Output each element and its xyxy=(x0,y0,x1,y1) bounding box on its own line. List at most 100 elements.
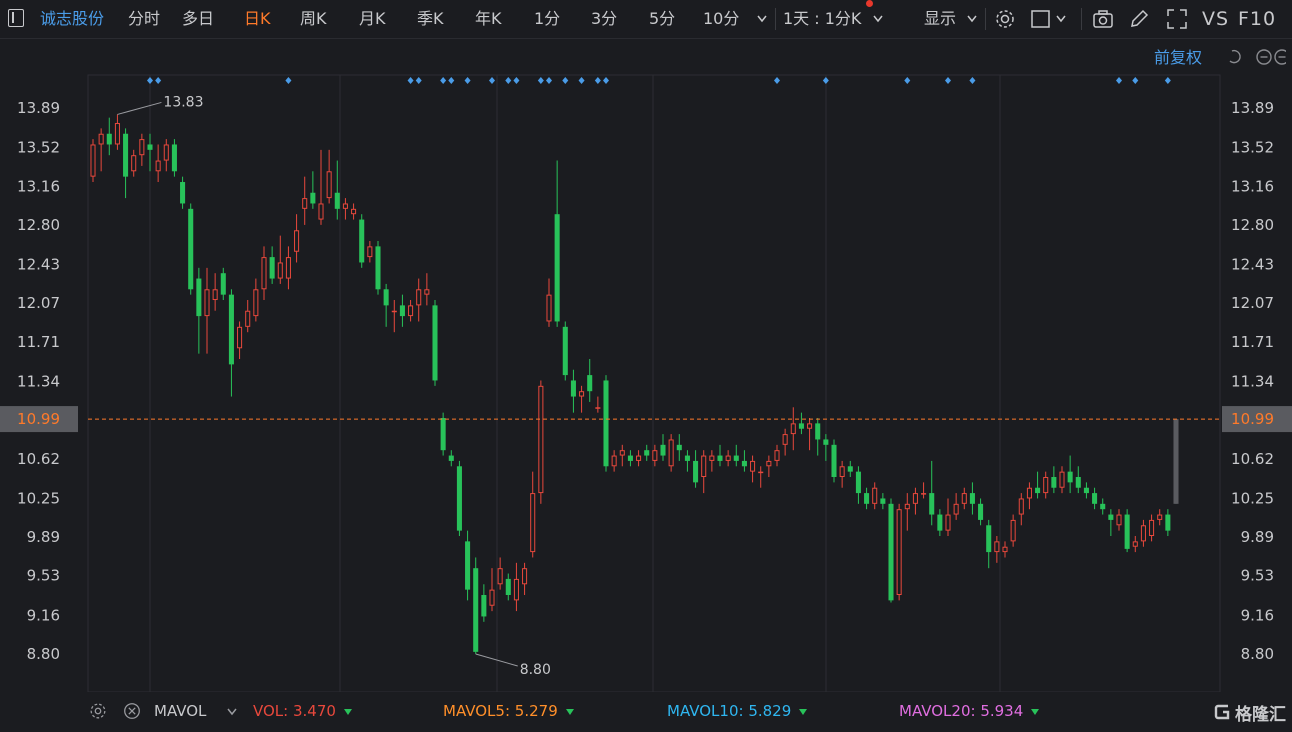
candle-body xyxy=(481,595,487,617)
candle-body xyxy=(375,246,381,290)
candle xyxy=(888,498,894,603)
candle-body xyxy=(986,525,992,553)
candle-body xyxy=(855,471,861,494)
candle xyxy=(424,273,430,306)
candle xyxy=(1067,455,1073,494)
candle-body xyxy=(587,375,593,392)
price-tick-left: 11.71 xyxy=(17,333,60,351)
candle-body xyxy=(448,455,454,461)
indicator-close-icon[interactable] xyxy=(122,701,142,721)
candle xyxy=(595,396,601,413)
mavol10-readout: MAVOL10: 5.829 xyxy=(667,692,808,730)
candle-body xyxy=(611,455,617,467)
candle-body xyxy=(220,273,226,295)
candle-body xyxy=(1140,525,1146,542)
candle xyxy=(277,235,283,284)
candle-body xyxy=(929,493,935,515)
candle-body xyxy=(619,450,625,456)
candle-body xyxy=(277,262,283,279)
price-tick-right: 11.34 xyxy=(1231,373,1274,391)
indicator-name[interactable]: MAVOL xyxy=(154,692,206,730)
candle-body xyxy=(790,423,796,435)
event-marker-icon xyxy=(774,77,780,84)
candle-body xyxy=(253,289,259,317)
candle xyxy=(839,460,845,488)
candle xyxy=(318,149,324,225)
candle xyxy=(1043,471,1049,499)
candle xyxy=(261,246,267,301)
event-marker-icon xyxy=(407,77,414,84)
candle-body xyxy=(261,257,267,290)
candle xyxy=(155,144,161,183)
candle xyxy=(196,267,202,354)
candle-body xyxy=(98,133,104,145)
candle xyxy=(1108,509,1114,537)
price-tick-left: 9.16 xyxy=(27,606,60,624)
candle xyxy=(302,176,308,225)
candle-body xyxy=(180,182,186,204)
candle xyxy=(1002,541,1008,558)
candlestick-chart[interactable]: 13.89 13.89 13.52 13.52 13.16 13.16 12.80 12.80… xyxy=(0,0,1292,692)
candle-body xyxy=(807,423,813,429)
candle xyxy=(1173,419,1179,504)
candle-body xyxy=(456,466,462,531)
candle-body xyxy=(497,568,503,585)
candle-body xyxy=(627,455,633,461)
price-tick-left: 10.99 xyxy=(17,410,60,428)
candle-body xyxy=(725,455,731,461)
indicator-chevron-icon[interactable] xyxy=(226,706,238,718)
candle-body xyxy=(163,144,169,161)
candle xyxy=(342,198,348,220)
candle-body xyxy=(684,455,690,461)
price-tick-left: 8.80 xyxy=(27,645,60,663)
price-tick-right: 13.89 xyxy=(1231,99,1274,117)
candle-body xyxy=(839,466,845,478)
candle xyxy=(1132,536,1138,553)
candle xyxy=(953,493,959,520)
candle xyxy=(399,294,405,327)
candle xyxy=(1124,509,1130,553)
candle xyxy=(579,385,585,413)
candle-body xyxy=(546,294,552,322)
candle-body xyxy=(872,487,878,504)
candle xyxy=(180,176,186,209)
event-marker-icon xyxy=(546,77,552,84)
candle-body xyxy=(701,455,707,478)
candle xyxy=(1100,498,1106,515)
candle-body xyxy=(978,503,984,520)
price-axes: 13.89 13.89 13.52 13.52 13.16 13.16 12.80 12.80… xyxy=(0,99,1292,663)
price-tick-right: 13.52 xyxy=(1231,139,1274,157)
candle xyxy=(513,562,519,612)
candle-body xyxy=(294,230,300,252)
candle xyxy=(505,573,511,601)
candle-body xyxy=(1157,514,1163,520)
indicator-settings-icon[interactable] xyxy=(88,701,108,721)
candle xyxy=(294,214,300,263)
price-tick-right: 12.80 xyxy=(1231,216,1274,234)
candle xyxy=(912,487,918,515)
candle-body xyxy=(465,541,471,590)
candle xyxy=(383,283,389,327)
candle xyxy=(701,450,707,494)
candle xyxy=(465,530,471,601)
candle-body xyxy=(1051,477,1057,488)
candle-body xyxy=(782,434,788,445)
chart-grid xyxy=(87,74,1221,692)
price-tick-left: 12.43 xyxy=(17,256,60,274)
candle xyxy=(237,321,243,360)
candle xyxy=(986,519,992,569)
candle-body xyxy=(562,326,568,376)
candle-body xyxy=(228,294,234,365)
candle xyxy=(929,460,935,526)
candle xyxy=(717,444,723,467)
candles xyxy=(90,114,1179,654)
candle xyxy=(636,450,642,467)
candle-body xyxy=(505,578,511,596)
chart-overlay: 13.83 8.80 xyxy=(88,94,1220,678)
candle xyxy=(489,568,495,612)
candle-body xyxy=(709,455,715,461)
candle xyxy=(676,434,682,461)
candle xyxy=(408,300,414,322)
candle xyxy=(1010,514,1016,547)
candle-body xyxy=(139,139,145,156)
